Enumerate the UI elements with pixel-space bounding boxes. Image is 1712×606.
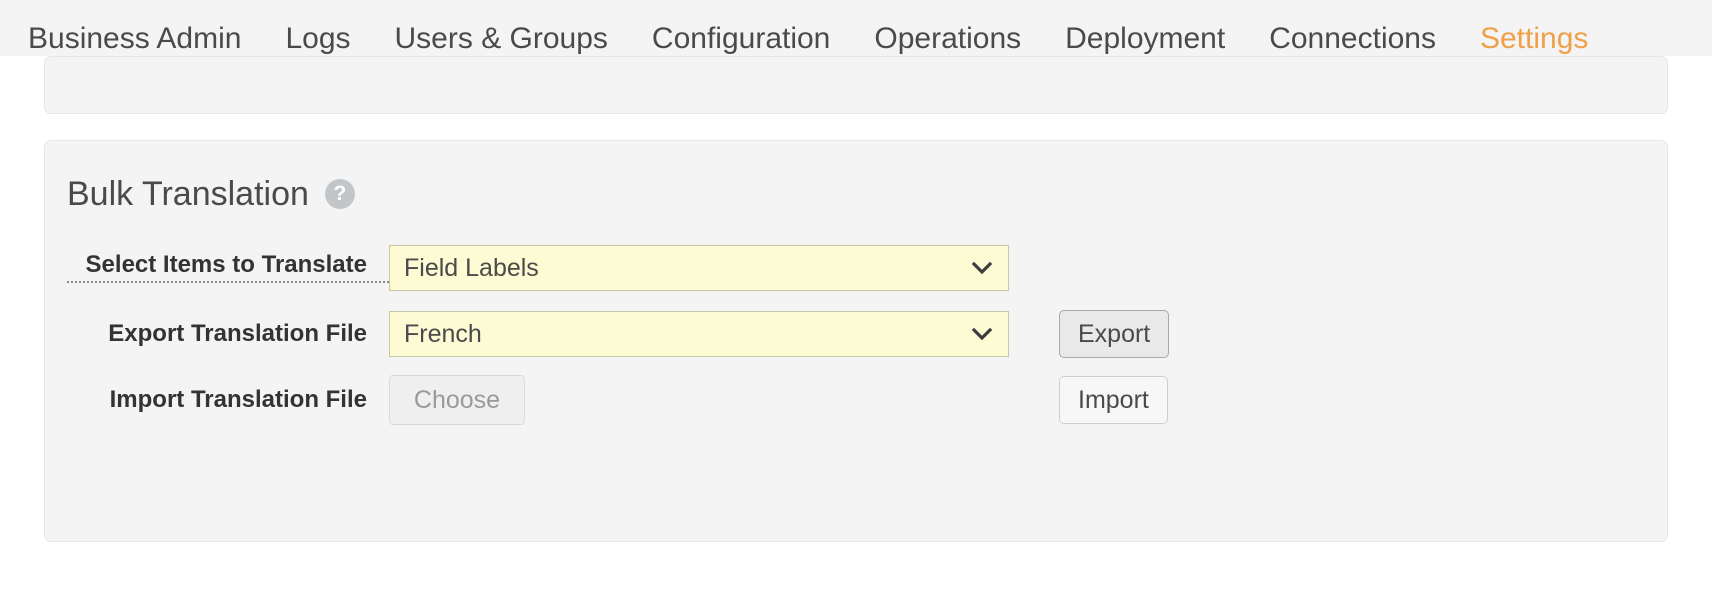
nav-item-configuration[interactable]: Configuration	[630, 23, 852, 54]
chevron-down-icon	[972, 328, 992, 340]
control-select-items: Field Labels	[389, 245, 1009, 291]
question-mark-icon[interactable]: ?	[324, 179, 355, 209]
nav-item-logs[interactable]: Logs	[263, 23, 372, 54]
form-row-export-translation-file: Export Translation File French Export	[45, 301, 1667, 367]
bulk-translation-form: Select Items to Translate Field Labels E…	[45, 235, 1667, 433]
label-select-items-to-translate[interactable]: Select Items to Translate	[67, 253, 389, 283]
form-row-select-items: Select Items to Translate Field Labels	[45, 235, 1667, 301]
nav-item-business-admin[interactable]: Business Admin	[6, 23, 263, 54]
export-button[interactable]: Export	[1059, 310, 1170, 358]
file-chooser-area: Choose	[389, 375, 1009, 425]
nav-item-deployment[interactable]: Deployment	[1043, 23, 1247, 54]
form-row-import-translation-file: Import Translation File Choose Import	[45, 367, 1667, 433]
export-language-dropdown[interactable]: French	[389, 311, 1009, 357]
select-items-to-translate-dropdown[interactable]: Field Labels	[389, 245, 1009, 291]
settings-page-body: Bulk Translation ? Select Items to Trans…	[0, 56, 1712, 584]
choose-file-button[interactable]: Choose	[389, 375, 525, 425]
nav-item-settings[interactable]: Settings	[1458, 23, 1610, 54]
export-language-value: French	[404, 321, 482, 347]
label-import-translation-file: Import Translation File	[109, 386, 367, 413]
bulk-translation-card: Bulk Translation ? Select Items to Trans…	[44, 140, 1668, 542]
section-header: Bulk Translation ?	[45, 167, 1667, 221]
chevron-down-icon	[972, 262, 992, 274]
previous-section-card-partial	[44, 56, 1668, 114]
nav-item-users-and-groups[interactable]: Users & Groups	[373, 23, 630, 54]
select-items-value: Field Labels	[404, 255, 539, 281]
control-import-translation: Choose Import	[389, 375, 1168, 425]
import-button[interactable]: Import	[1059, 376, 1168, 424]
label-export-translation-file: Export Translation File	[108, 320, 367, 347]
nav-item-connections[interactable]: Connections	[1247, 23, 1458, 54]
page-title: Bulk Translation	[67, 175, 309, 213]
control-export-translation: French Export	[389, 310, 1170, 358]
nav-item-operations[interactable]: Operations	[852, 23, 1043, 54]
